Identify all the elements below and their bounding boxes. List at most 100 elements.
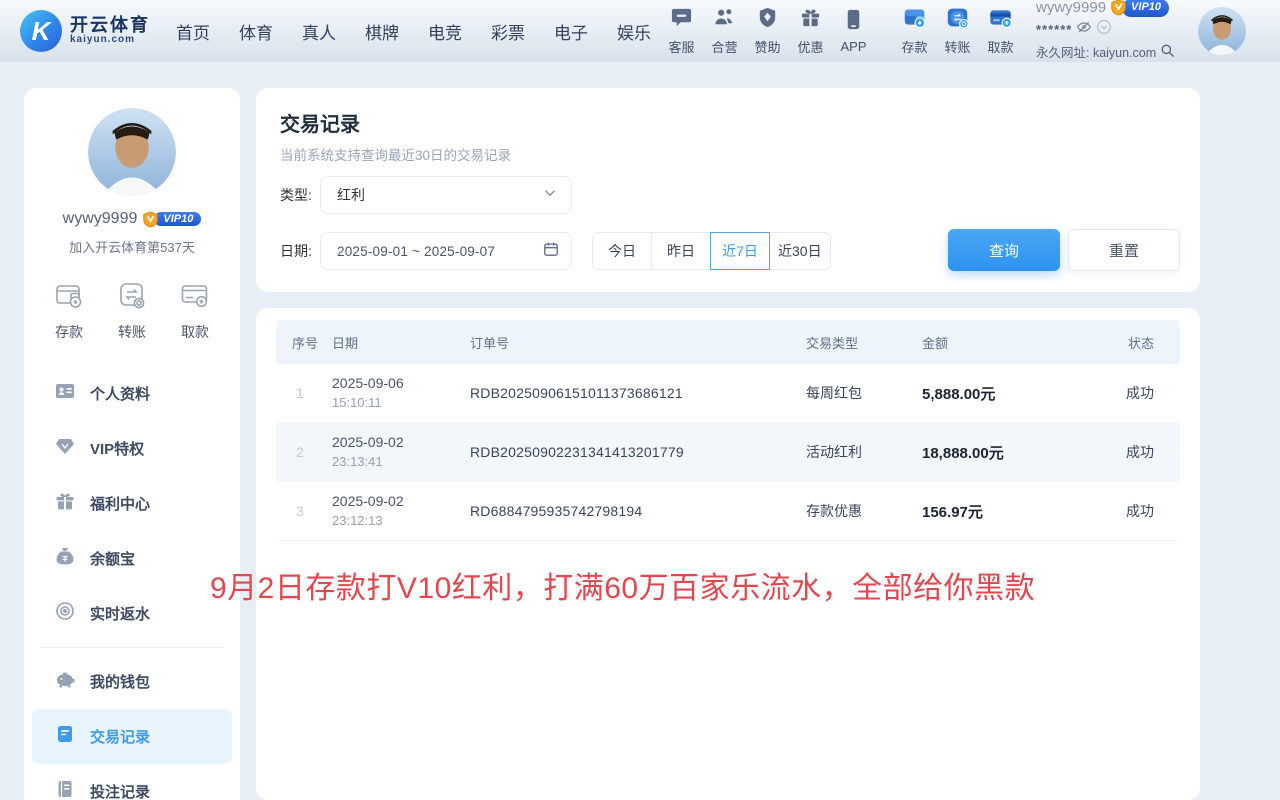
sidebar-avatar [88, 108, 176, 196]
promo-label: 优惠 [797, 37, 823, 56]
col-type: 交易类型 [806, 333, 922, 352]
sidebar-vip-badge: VIP10 [142, 211, 201, 227]
sidebar-withdraw-label: 取款 [181, 322, 209, 342]
sidebar-item-label: 余额宝 [90, 548, 135, 569]
table-row[interactable]: 2 2025-09-0223:13:41 RDB2025090223134141… [276, 423, 1180, 482]
vip-shield-icon [142, 211, 159, 228]
deposit-label: 存款 [901, 37, 927, 56]
date-quick-ranges: 今日 昨日 近7日 近30日 [592, 232, 831, 270]
type-select-value: 红利 [337, 185, 543, 205]
withdraw-card-icon [989, 6, 1012, 34]
vip-badge: VIP10 [1110, 0, 1169, 16]
cell-order: RDB20250906151011373686121 [470, 385, 806, 401]
page: K 开云体育 kaiyun.com 首页 体育 真人 棋牌 电竞 彩票 电子 娱… [0, 0, 1280, 800]
nav-esports[interactable]: 电竞 [428, 19, 462, 44]
col-status: 状态 [1104, 333, 1164, 352]
sidebar-deposit-label: 存款 [55, 322, 83, 342]
range-yesterday-button[interactable]: 昨日 [651, 232, 711, 270]
search-icon[interactable] [1160, 42, 1175, 65]
partnership-button[interactable]: 合营 [703, 6, 746, 56]
nav-home[interactable]: 首页 [176, 19, 210, 44]
sidebar-divider [40, 647, 224, 648]
sidebar-item-label: 福利中心 [90, 493, 150, 514]
range-today-button[interactable]: 今日 [592, 232, 652, 270]
sidebar-item-profile[interactable]: 个人资料 [24, 366, 240, 421]
transfer-icon [946, 6, 969, 34]
nav-lottery[interactable]: 彩票 [491, 19, 525, 44]
nav-sports[interactable]: 体育 [239, 19, 273, 44]
cell-status: 成功 [1104, 383, 1164, 403]
nav-slots[interactable]: 电子 [554, 19, 588, 44]
sidebar-item-rebate[interactable]: 实时返水 [24, 586, 240, 641]
withdraw-button[interactable]: 取款 [979, 6, 1022, 56]
range-30days-button[interactable]: 近30日 [769, 232, 831, 270]
profile-sidebar: wywy9999 VIP10 加入开云体育第537天 存款 转账 取款 [24, 88, 240, 800]
cell-status: 成功 [1104, 442, 1164, 462]
table-row[interactable]: 3 2025-09-0223:12:13 RD68847959357427981… [276, 482, 1180, 541]
avatar[interactable] [1198, 7, 1246, 55]
sidebar-item-vip[interactable]: VIP特权 [24, 421, 240, 476]
type-label: 类型: [280, 176, 312, 214]
promo-button[interactable]: 优惠 [789, 6, 832, 56]
sidebar-item-welfare[interactable]: 福利中心 [24, 476, 240, 531]
sidebar-vip-text: VIP10 [154, 212, 201, 226]
sidebar-item-bets[interactable]: 投注记录 [24, 764, 240, 800]
table-row[interactable]: 1 2025-09-0615:10:11 RDB2025090615101137… [276, 364, 1180, 423]
document-icon [55, 724, 75, 749]
eye-off-icon[interactable] [1076, 19, 1092, 42]
brand-logo[interactable]: K 开云体育 kaiyun.com [20, 10, 150, 52]
cell-seq: 3 [292, 503, 332, 519]
page-title: 交易记录 [280, 108, 360, 137]
cell-date: 2025-09-0223:12:13 [332, 492, 470, 530]
sidebar-transfer-button[interactable]: 转账 [117, 280, 147, 342]
nav-chess[interactable]: 棋牌 [365, 19, 399, 44]
sidebar-item-label: 交易记录 [90, 726, 150, 747]
type-select[interactable]: 红利 [320, 176, 572, 214]
permanent-url-text: 永久网址: kaiyun.com [1036, 44, 1156, 62]
range-7days-button[interactable]: 近7日 [710, 232, 770, 270]
cell-order: RDB20250902231341413201779 [470, 444, 806, 460]
record-book-icon [55, 779, 75, 800]
logo-k-icon: K [20, 10, 62, 52]
reset-button[interactable]: 重置 [1068, 229, 1180, 271]
wallet-outline-icon [54, 280, 84, 315]
cell-type: 活动红利 [806, 442, 922, 462]
sidebar-item-wallet[interactable]: 我的钱包 [24, 654, 240, 709]
search-button[interactable]: 查询 [948, 229, 1060, 271]
date-label: 日期: [280, 232, 312, 270]
vip-level-text: VIP10 [1122, 0, 1169, 17]
sponsor-button[interactable]: 赞助 [746, 6, 789, 56]
id-card-icon [55, 381, 75, 406]
sidebar-withdraw-button[interactable]: 取款 [180, 280, 210, 342]
logo-brand-text: 开云体育 [70, 16, 150, 35]
app-button[interactable]: APP [832, 8, 875, 54]
partnership-label: 合营 [711, 37, 737, 56]
transfer-label: 转账 [944, 37, 970, 56]
joined-days-text: 加入开云体育第537天 [24, 237, 240, 256]
card-outline-icon [180, 280, 210, 315]
sidebar-username: wywy9999 [63, 210, 138, 228]
sidebar-item-yuebao[interactable]: 余额宝 [24, 531, 240, 586]
deposit-button[interactable]: 存款 [893, 6, 936, 56]
customer-service-button[interactable]: 客服 [660, 6, 703, 56]
customer-service-label: 客服 [668, 37, 694, 56]
cell-seq: 1 [292, 385, 332, 401]
cell-amount: 156.97元 [922, 501, 1104, 522]
sidebar-deposit-button[interactable]: 存款 [54, 280, 84, 342]
sidebar-item-transactions[interactable]: 交易记录 [32, 709, 232, 764]
main-nav: 首页 体育 真人 棋牌 电竞 彩票 电子 娱乐 [176, 19, 651, 44]
gift-icon [799, 6, 822, 34]
sidebar-item-label: 实时返水 [90, 603, 150, 624]
chevron-circle-icon[interactable] [1096, 19, 1112, 42]
page-subtitle: 当前系统支持查询最近30日的交易记录 [280, 144, 511, 164]
col-date: 日期 [332, 333, 470, 352]
username-text: wywy9999 [1036, 0, 1106, 19]
nav-entertainment[interactable]: 娱乐 [617, 19, 651, 44]
date-range-input[interactable]: 2025-09-01 ~ 2025-09-07 [320, 232, 572, 270]
cell-seq: 2 [292, 444, 332, 460]
nav-live[interactable]: 真人 [302, 19, 336, 44]
transfer-button[interactable]: 转账 [936, 6, 979, 56]
cell-type: 每周红包 [806, 383, 922, 403]
app-label: APP [840, 39, 866, 54]
diamond-icon [55, 436, 75, 461]
